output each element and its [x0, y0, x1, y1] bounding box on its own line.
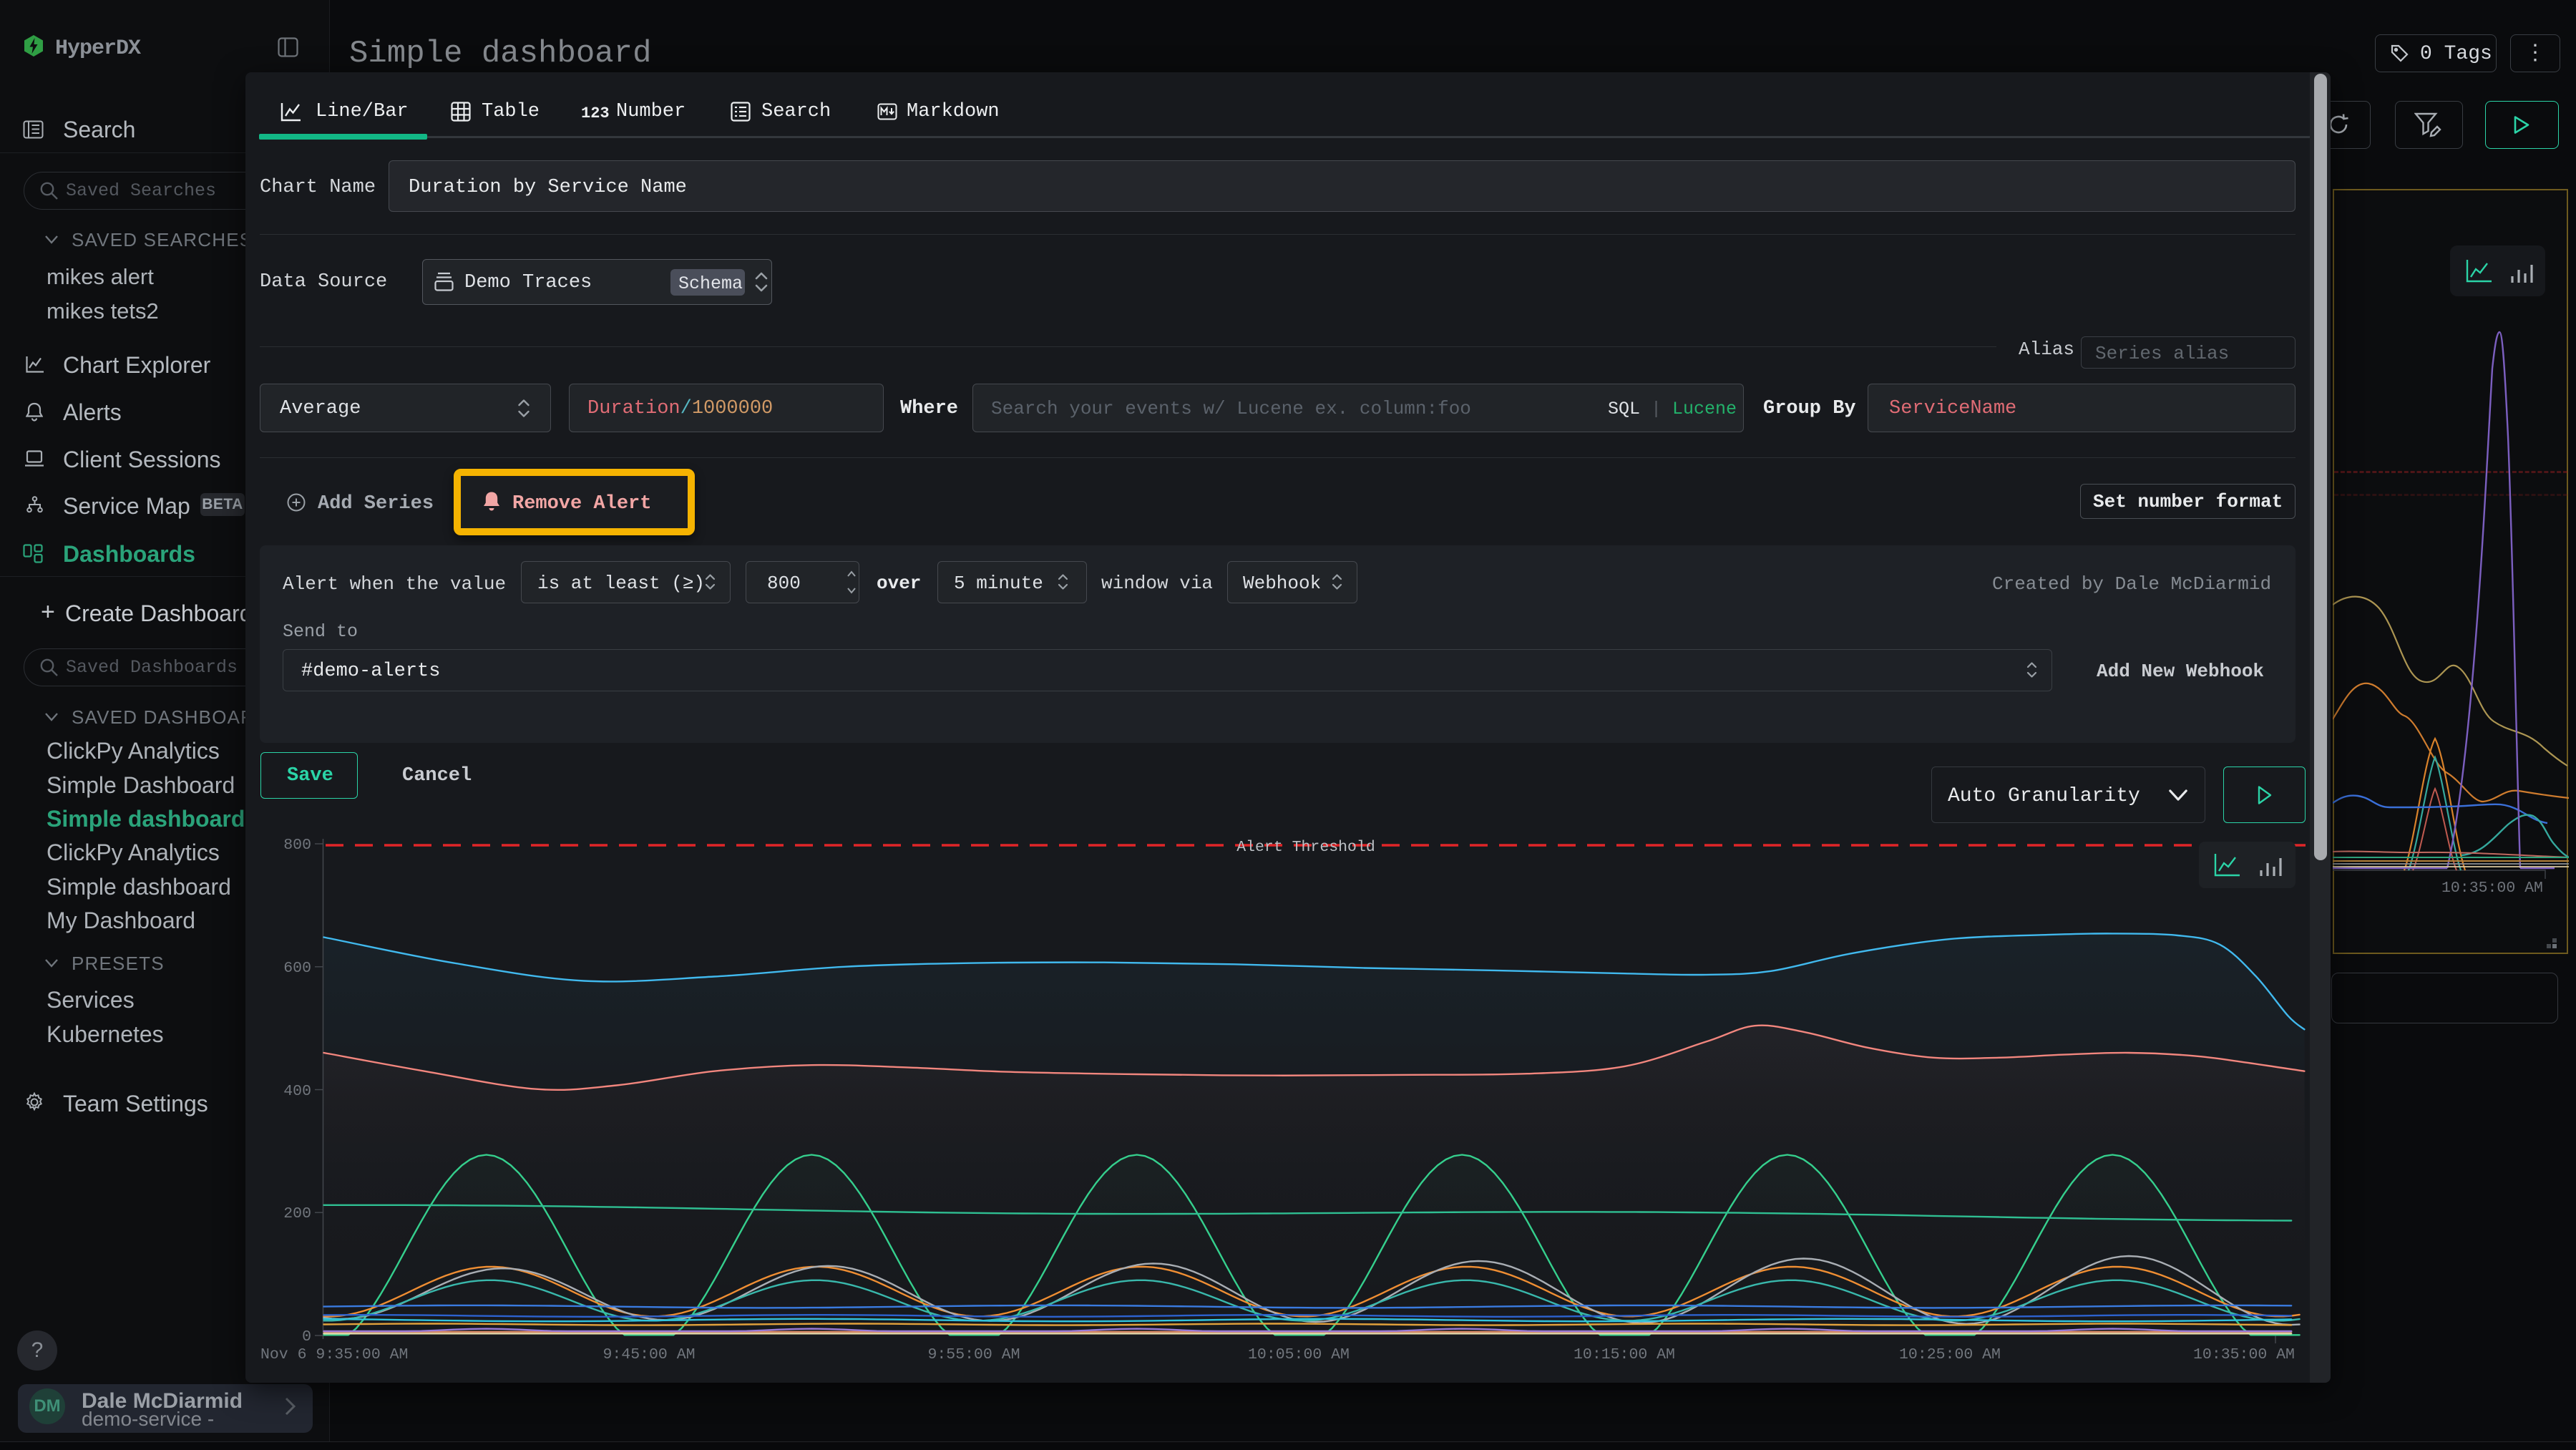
- svg-text:Nov 6 9:35:00 AM: Nov 6 9:35:00 AM: [260, 1346, 408, 1363]
- svg-text:800: 800: [283, 837, 311, 854]
- svg-text:10:05:00 AM: 10:05:00 AM: [1248, 1346, 1350, 1363]
- svg-text:10:15:00 AM: 10:15:00 AM: [1574, 1346, 1675, 1363]
- svg-text:10:35:00 AM: 10:35:00 AM: [2441, 880, 2543, 897]
- svg-text:10:35:00 AM: 10:35:00 AM: [2193, 1346, 2295, 1363]
- svg-text:400: 400: [283, 1083, 311, 1100]
- svg-text:200: 200: [283, 1205, 311, 1222]
- svg-text:9:45:00 AM: 9:45:00 AM: [602, 1346, 695, 1363]
- svg-text:10:25:00 AM: 10:25:00 AM: [1899, 1346, 2001, 1363]
- svg-text:0: 0: [302, 1328, 311, 1346]
- svg-text:9:55:00 AM: 9:55:00 AM: [927, 1346, 1020, 1363]
- svg-text:600: 600: [283, 960, 311, 977]
- svg-text:Alert Threshold: Alert Threshold: [1236, 839, 1375, 856]
